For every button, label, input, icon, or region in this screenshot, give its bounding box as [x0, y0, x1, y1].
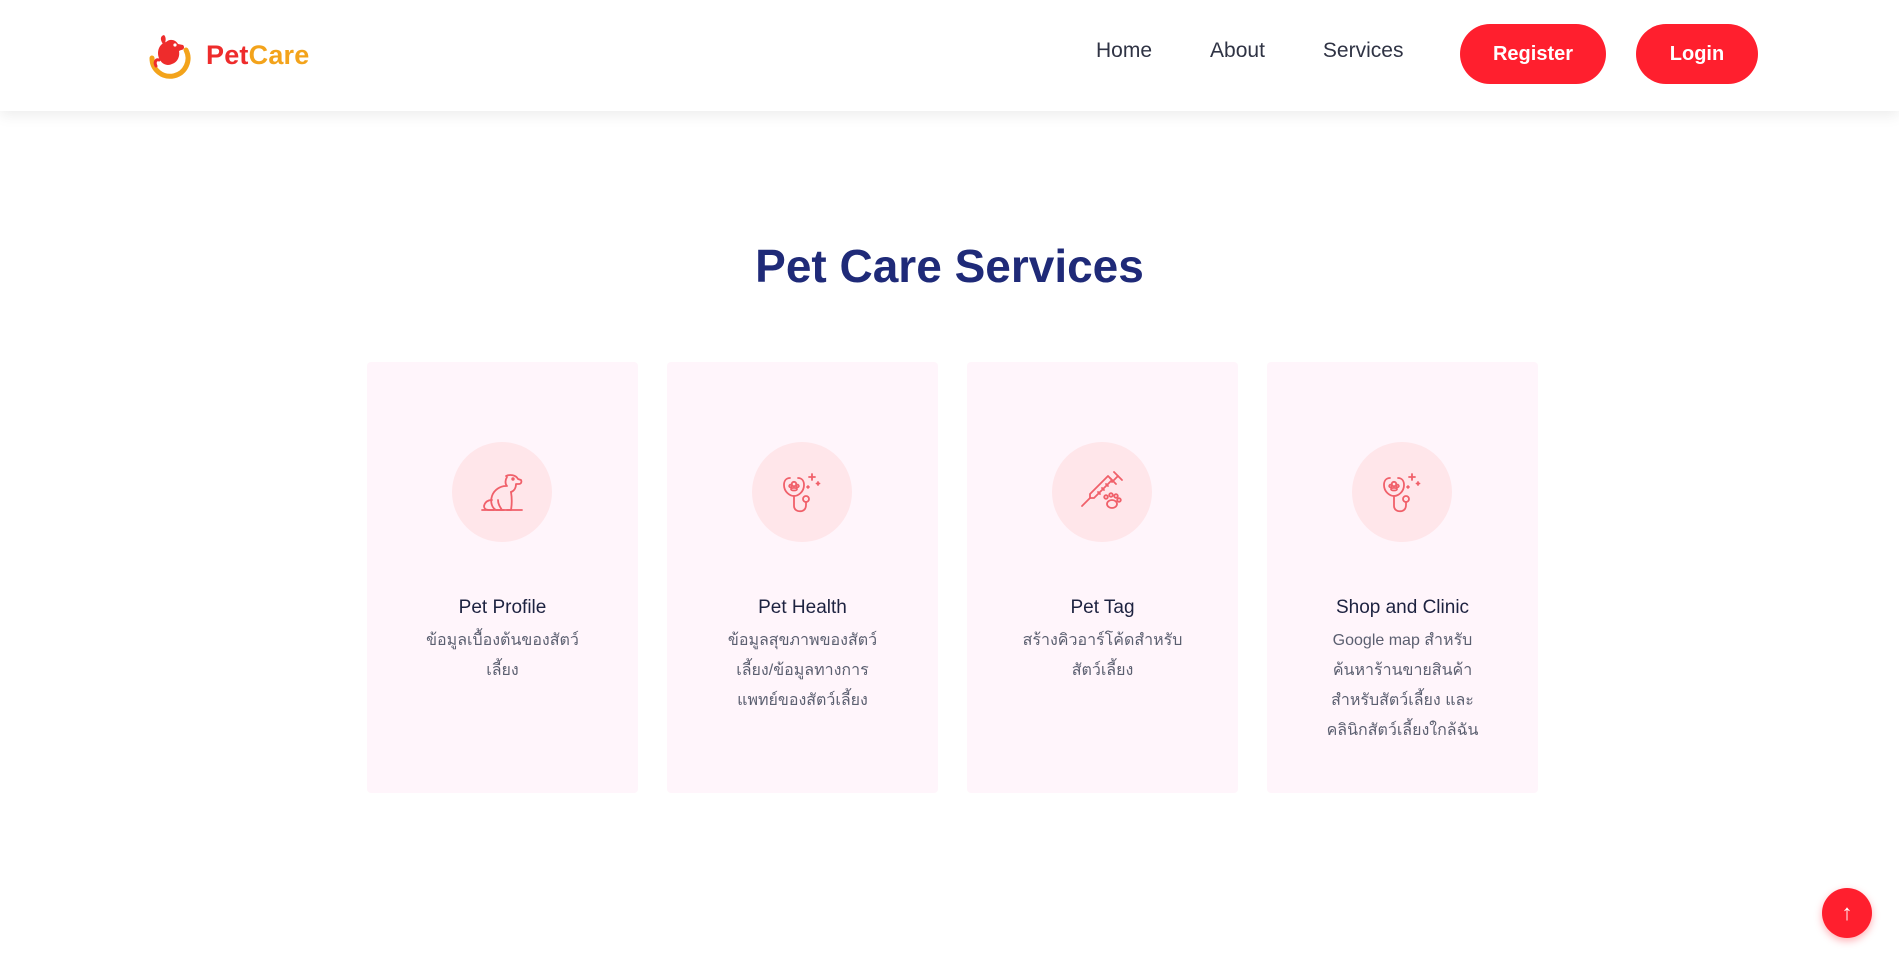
- dog-icon: [481, 474, 523, 511]
- nav-link-services[interactable]: Services: [1323, 36, 1404, 66]
- card-title: Pet Tag: [1070, 597, 1135, 618]
- card-title: Shop and Clinic: [1335, 597, 1470, 618]
- nav-links: Home About Services: [1096, 36, 1403, 66]
- service-card-shop-and-clinic[interactable]: Shop and Clinic Google map สำหรับค้นหาร้…: [1267, 362, 1538, 793]
- card-description: ข้อมูลเบื้องต้นของสัตว์เลี้ยง: [426, 632, 579, 679]
- scroll-to-top-button[interactable]: ↑: [1822, 888, 1872, 938]
- arrow-up-icon: ↑: [1841, 900, 1853, 925]
- card-icon-circle: [752, 442, 852, 542]
- dog-logo-icon: [142, 28, 196, 82]
- register-button[interactable]: Register: [1460, 24, 1606, 84]
- card-icon-circle: [452, 442, 552, 542]
- stethoscope-icon: [783, 473, 821, 513]
- card-icon-circle: [1052, 442, 1152, 542]
- login-button[interactable]: Login: [1636, 24, 1758, 84]
- card-description: Google map สำหรับค้นหาร้านขายสินค้าสำหรั…: [1326, 632, 1479, 739]
- brand-logo-link[interactable]: PetCare: [142, 27, 309, 83]
- card-title: Pet Profile: [458, 597, 547, 618]
- card-description: ข้อมูลสุขภาพของสัตว์เลี้ยง/ข้อมูลทางการแ…: [727, 632, 878, 709]
- brand-name-pet: Pet: [206, 39, 249, 70]
- nav-link-home[interactable]: Home: [1096, 36, 1152, 66]
- section-title: Pet Care Services: [755, 240, 1144, 292]
- brand-name: PetCare: [206, 40, 309, 71]
- service-card-pet-tag[interactable]: Pet Tag สร้างคิวอาร์โค้ดสำหรับสัตว์เลี้ย…: [967, 362, 1238, 793]
- card-description: สร้างคิวอาร์โค้ดสำหรับสัตว์เลี้ยง: [1022, 632, 1183, 679]
- service-card-pet-health[interactable]: Pet Health ข้อมูลสุขภาพของสัตว์เลี้ยง/ข้…: [667, 362, 938, 793]
- nav-link-about[interactable]: About: [1210, 36, 1265, 66]
- syringe-paw-icon: [1081, 471, 1123, 509]
- service-card-pet-profile[interactable]: Pet Profile ข้อมูลเบื้องต้นของสัตว์เลี้ย…: [367, 362, 638, 793]
- card-icon-circle: [1352, 442, 1452, 542]
- stethoscope-icon: [1383, 473, 1421, 513]
- card-title: Pet Health: [758, 597, 847, 618]
- brand-name-care: Care: [248, 39, 310, 70]
- navbar: PetCare Home About Services Register Log…: [0, 0, 1899, 111]
